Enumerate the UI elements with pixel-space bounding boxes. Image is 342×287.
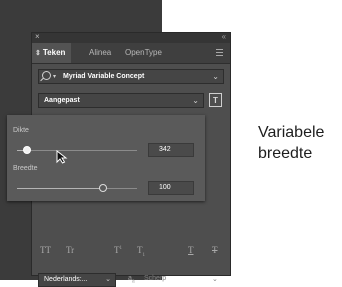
weight-label: Dikte xyxy=(13,127,29,134)
language-dropdown-icon[interactable]: ⌄ xyxy=(105,274,111,286)
expand-arrows-icon: ⇕ xyxy=(35,50,41,57)
width-label: Breedte xyxy=(13,165,38,172)
width-slider[interactable] xyxy=(17,184,137,192)
close-icon[interactable]: × xyxy=(35,32,40,41)
panel-menu-icon[interactable] xyxy=(216,49,223,58)
font-style-field[interactable]: Aangepast ⌄ xyxy=(38,93,204,108)
width-slider-handle[interactable] xyxy=(99,184,107,192)
weight-slider[interactable] xyxy=(17,146,137,154)
underline-button[interactable]: T xyxy=(188,245,194,255)
collapse-icon[interactable]: ‹‹ xyxy=(222,32,226,41)
search-icon[interactable] xyxy=(42,71,51,80)
font-family-dropdown-icon[interactable]: ⌄ xyxy=(212,70,219,83)
subscript-button[interactable]: T1 xyxy=(137,245,145,258)
all-caps-button[interactable]: TT xyxy=(40,245,51,255)
antialias-dropdown-icon[interactable]: ⌄ xyxy=(212,275,218,283)
weight-value-field[interactable]: 342 xyxy=(148,143,194,157)
tab-opentype[interactable]: OpenType xyxy=(125,43,162,63)
tab-teken[interactable]: ⇕ Teken xyxy=(32,43,72,63)
font-style-value: Aangepast xyxy=(44,97,80,104)
panel-tabs: ⇕ Teken Alinea OpenType xyxy=(32,43,230,64)
superscript-button[interactable]: T1 xyxy=(114,245,122,255)
panel-title-strip: × ‹‹ xyxy=(32,32,230,43)
language-value: Nederlands:... xyxy=(44,276,88,283)
variable-font-popover: Dikte 342 Breedte 100 xyxy=(7,115,205,201)
chevron-down-icon[interactable]: ▾ xyxy=(53,73,56,80)
tab-label: Teken xyxy=(42,48,66,57)
font-family-field[interactable]: ▾ Myriad Variable Concept ⌄ xyxy=(38,69,224,84)
language-select[interactable]: Nederlands:... ⌄ xyxy=(38,273,116,287)
caption-line-1: Variabele xyxy=(258,124,325,141)
caption: Variabele breedte xyxy=(258,122,324,164)
strikethrough-button[interactable]: T xyxy=(212,245,218,255)
typography-buttons: TT Tr T1 T1 T T xyxy=(32,245,230,259)
mouse-pointer-icon xyxy=(56,150,68,164)
antialias-select[interactable]: Scherp xyxy=(144,275,166,282)
weight-slider-handle[interactable] xyxy=(23,146,31,154)
small-caps-button[interactable]: Tr xyxy=(66,245,74,255)
variable-font-icon[interactable]: T xyxy=(209,93,222,107)
tab-alinea[interactable]: Alinea xyxy=(89,43,111,63)
font-style-dropdown-icon[interactable]: ⌄ xyxy=(192,94,199,107)
font-family-value: Myriad Variable Concept xyxy=(63,73,145,80)
width-value-field[interactable]: 100 xyxy=(148,181,194,195)
width-slider-fill xyxy=(17,188,103,189)
caption-line-2: breedte xyxy=(258,145,313,162)
